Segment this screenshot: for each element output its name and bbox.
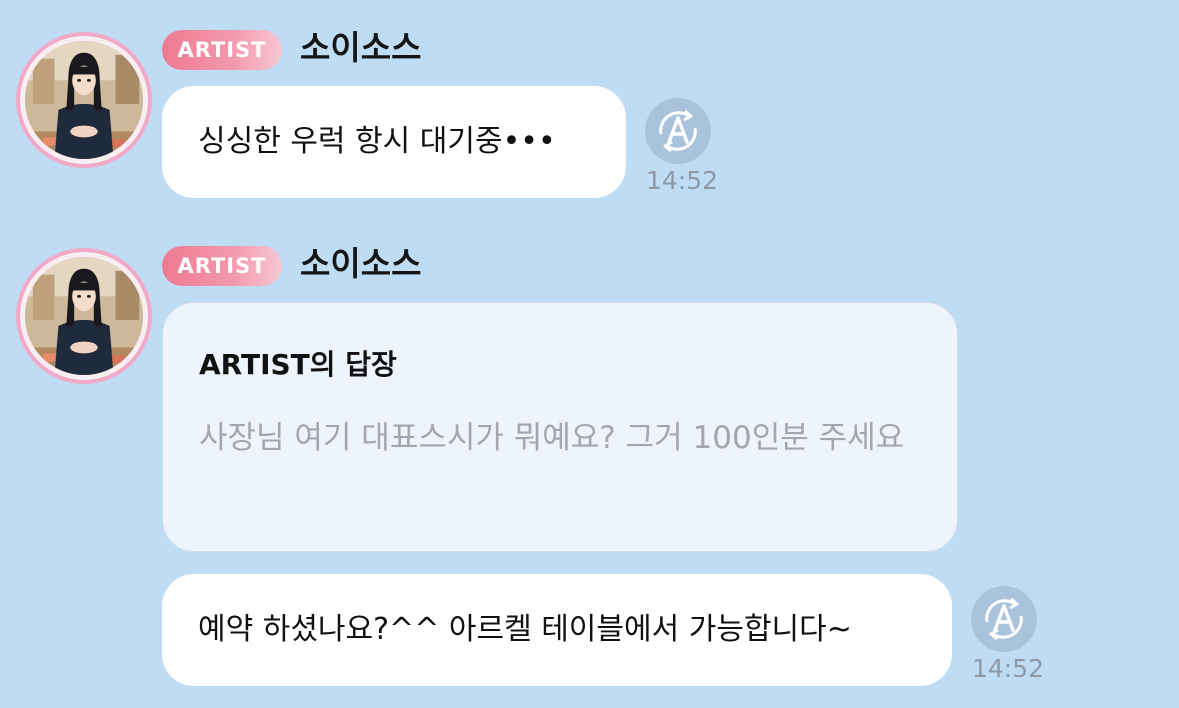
artist-avatar[interactable] xyxy=(16,248,152,384)
message-text: 싱싱한 우럭 항시 대기중••• xyxy=(198,124,556,159)
reply-quote-bubble[interactable]: ARTIST의 답장 사장님 여기 대표스시가 뭐예요? 그거 100인분 주세… xyxy=(162,302,958,552)
artist-badge: ARTIST xyxy=(162,246,282,286)
artist-avatar[interactable] xyxy=(16,32,152,168)
translate-button[interactable] xyxy=(971,586,1037,652)
reply-quote-text: 사장님 여기 대표스시가 뭐예요? 그거 100인분 주세요 xyxy=(199,420,905,456)
reply-title: ARTIST의 답장 xyxy=(199,348,397,381)
artist-badge: ARTIST xyxy=(162,30,282,70)
avatar-illustration xyxy=(25,41,143,159)
translate-icon xyxy=(985,597,1023,641)
sender-name: 소이소스 xyxy=(300,28,422,67)
message-text: 예약 하셨나요?^^ 아르켈 테이블에서 가능합니다~ xyxy=(198,612,852,647)
chat-screen: ARTIST 소이소스 싱싱한 우럭 항시 대기중••• 14:52 ARTIS… xyxy=(0,0,1179,708)
message-bubble[interactable]: 싱싱한 우럭 항시 대기중••• xyxy=(162,86,626,198)
message-time: 14:52 xyxy=(646,166,719,195)
message-bubble[interactable]: 예약 하셨나요?^^ 아르켈 테이블에서 가능합니다~ xyxy=(162,574,952,686)
avatar-illustration xyxy=(25,257,143,375)
translate-icon xyxy=(659,109,697,153)
sender-name: 소이소스 xyxy=(300,244,422,283)
translate-button[interactable] xyxy=(645,98,711,164)
avatar-image xyxy=(25,41,143,159)
avatar-image xyxy=(25,257,143,375)
message-time: 14:52 xyxy=(972,654,1045,683)
